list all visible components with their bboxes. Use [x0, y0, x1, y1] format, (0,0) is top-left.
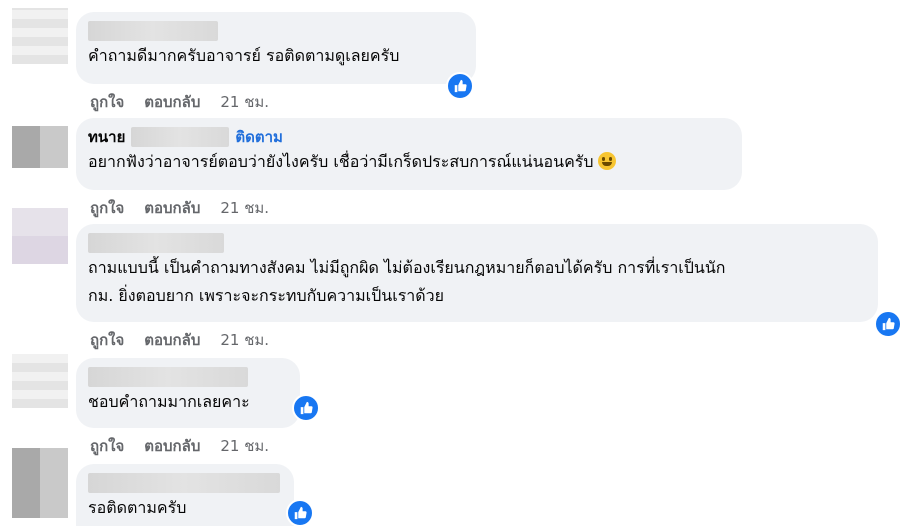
reply-button[interactable]: ตอบกลับ	[144, 90, 200, 114]
comment-text-body: อยากฟังว่าอาจารย์ตอบว่ายังไงครับ เชื่อว่…	[88, 152, 594, 171]
comment-text: อยากฟังว่าอาจารย์ตอบว่ายังไงครับ เชื่อว่…	[88, 148, 730, 176]
comment-bubble: ถามแบบนี้ เป็นคำถามทางสังคม ไม่มีถูกผิด …	[76, 224, 878, 322]
like-button[interactable]: ถูกใจ	[90, 328, 124, 352]
comment-bubble: คำถามดีมากครับอาจารย์ รอติดตามดูเลยครับ	[76, 12, 476, 84]
comment-actions: ถูกใจ ตอบกลับ 21 ชม.	[90, 434, 269, 458]
grinning-face-icon	[597, 152, 616, 170]
author-row	[88, 232, 866, 254]
like-reaction[interactable]	[292, 394, 320, 422]
comment-text: รอติดตามครับ	[88, 498, 187, 517]
avatar[interactable]	[12, 8, 68, 64]
reply-button[interactable]: ตอบกลับ	[144, 196, 200, 220]
like-reaction[interactable]	[446, 72, 474, 100]
redacted-name	[88, 21, 218, 41]
comment-actions: ถูกใจ ตอบกลับ 21 ชม.	[90, 196, 269, 220]
comment-actions: ถูกใจ ตอบกลับ 21 ชม.	[90, 328, 269, 352]
like-button[interactable]: ถูกใจ	[90, 90, 124, 114]
redacted-name	[88, 367, 248, 387]
avatar[interactable]	[12, 208, 68, 264]
like-reaction[interactable]	[874, 310, 902, 338]
like-icon	[882, 317, 895, 331]
like-icon	[294, 506, 307, 520]
reply-button[interactable]: ตอบกลับ	[144, 328, 200, 352]
timestamp[interactable]: 21 ชม.	[220, 328, 269, 352]
timestamp[interactable]: 21 ชม.	[220, 434, 269, 458]
comment-bubble: ทนาย ติดตาม อยากฟังว่าอาจารย์ตอบว่ายังไง…	[76, 118, 742, 190]
redacted-name	[131, 127, 230, 147]
comment-text: ชอบคำถามมากเลยคาะ	[88, 392, 250, 411]
author-row	[88, 20, 464, 42]
comment-text: คำถามดีมากครับอาจารย์ รอติดตามดูเลยครับ	[88, 46, 400, 65]
like-button[interactable]: ถูกใจ	[90, 434, 124, 458]
comment-actions: ถูกใจ ตอบกลับ 21 ชม.	[90, 90, 269, 114]
timestamp[interactable]: 21 ชม.	[220, 196, 269, 220]
avatar[interactable]	[12, 126, 68, 168]
avatar[interactable]	[12, 448, 68, 518]
follow-link[interactable]: ติดตาม	[235, 125, 283, 149]
like-button[interactable]: ถูกใจ	[90, 196, 124, 220]
redacted-name	[88, 233, 224, 253]
author-row	[88, 366, 288, 388]
author-name[interactable]: ทนาย	[88, 125, 125, 149]
like-icon	[300, 401, 313, 415]
comment-bubble: รอติดตามครับ	[76, 464, 294, 526]
comment-bubble: ชอบคำถามมากเลยคาะ	[76, 358, 300, 428]
like-icon	[454, 79, 467, 93]
like-reaction[interactable]	[286, 499, 314, 527]
redacted-name	[88, 473, 280, 493]
author-row	[88, 472, 282, 494]
comment-text: ถามแบบนี้ เป็นคำถามทางสังคม ไม่มีถูกผิด …	[88, 258, 726, 305]
timestamp[interactable]: 21 ชม.	[220, 90, 269, 114]
reply-button[interactable]: ตอบกลับ	[144, 434, 200, 458]
avatar[interactable]	[12, 354, 68, 408]
author-row: ทนาย ติดตาม	[88, 126, 730, 148]
